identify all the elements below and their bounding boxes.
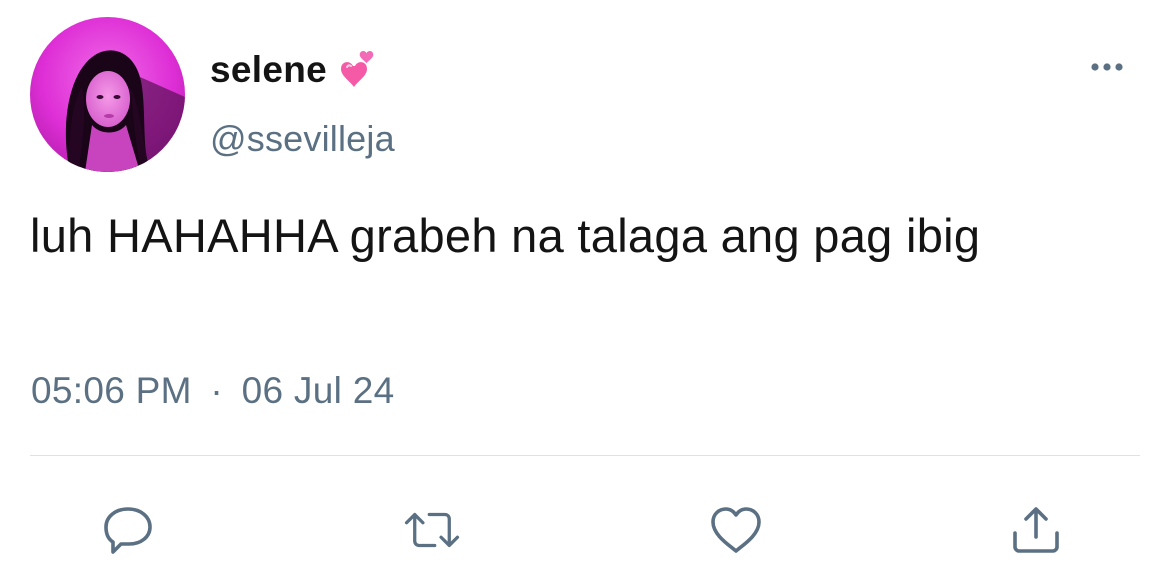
timestamp-row: 05:06 PM · 06 Jul 24 xyxy=(31,370,394,412)
heart-with-ribbon-emoji-icon xyxy=(339,48,383,92)
divider xyxy=(30,455,1140,456)
tweet-date[interactable]: 06 Jul 24 xyxy=(242,370,395,411)
display-name-row: selene xyxy=(210,42,383,98)
share-upload-icon xyxy=(1013,507,1059,553)
user-handle[interactable]: @ssevilleja xyxy=(210,118,395,160)
timestamp-separator: · xyxy=(210,370,223,411)
heart-outline-icon xyxy=(711,507,761,553)
avatar-photo xyxy=(30,17,185,172)
avatar[interactable] xyxy=(30,17,185,172)
retweet-button[interactable] xyxy=(402,500,462,560)
like-button[interactable] xyxy=(706,500,766,560)
tweet-text: luh HAHAHHA grabeh na talaga ang pag ibi… xyxy=(30,209,981,262)
display-name[interactable]: selene xyxy=(210,49,327,91)
share-button[interactable] xyxy=(1006,500,1066,560)
reply-bubble-icon xyxy=(104,507,152,554)
more-horizontal-icon xyxy=(1091,63,1123,71)
retweet-icon xyxy=(404,512,460,548)
reply-button[interactable] xyxy=(98,500,158,560)
tweet-time[interactable]: 05:06 PM xyxy=(31,370,192,411)
more-options-button[interactable] xyxy=(1082,52,1132,82)
